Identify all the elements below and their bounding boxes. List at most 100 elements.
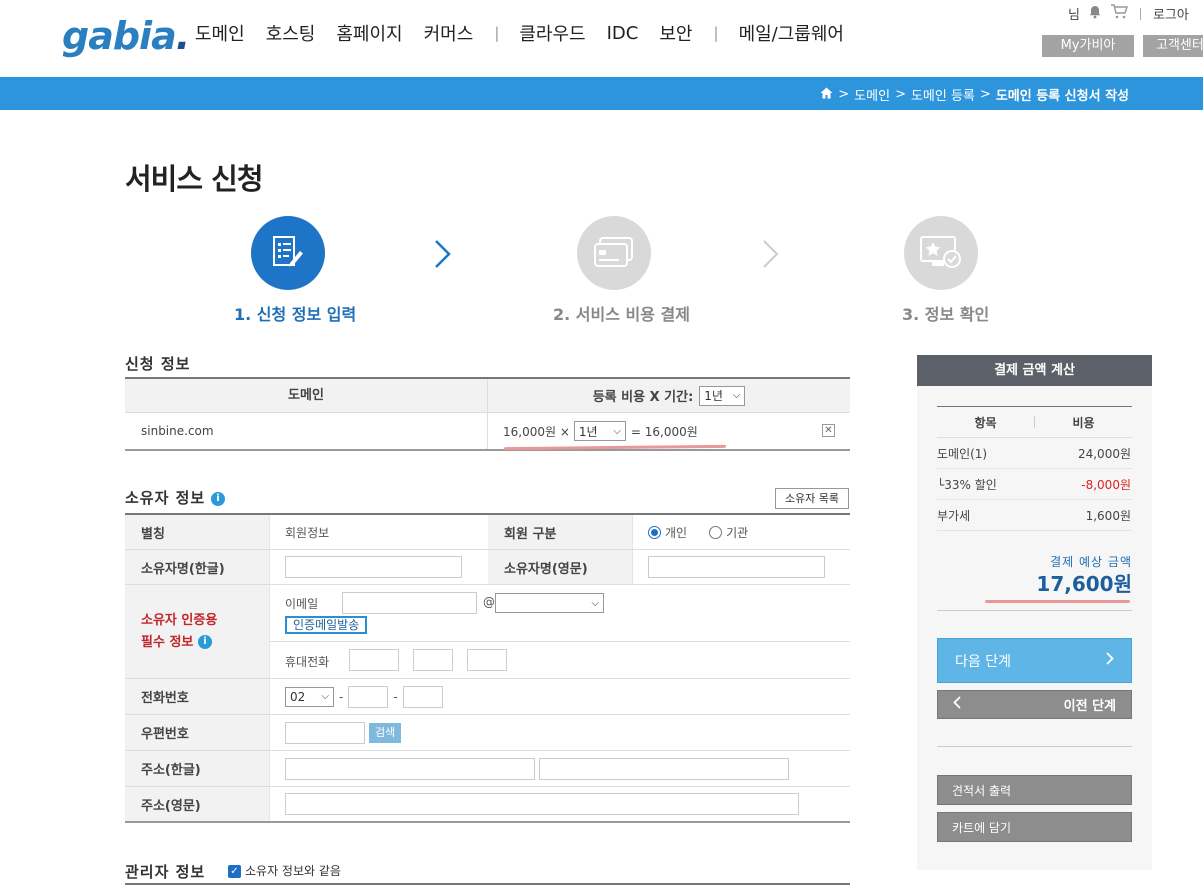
print-quote-button[interactable]: 견적서 출력 <box>937 775 1132 805</box>
application-section-title: 신청 정보 <box>125 355 191 373</box>
step-1-label: 1. 신청 정보 입력 <box>234 305 357 324</box>
admin-section-title: 관리자 정보 <box>125 863 206 881</box>
nav-cloud[interactable]: 클라우드 <box>519 20 585 46</box>
chevron-down-icon: ⌵ <box>321 691 329 702</box>
breadcrumb-current: 도메인 등록 신청서 작성 <box>995 89 1129 104</box>
period-select-all-value: 1년 <box>704 389 723 403</box>
nav-commerce[interactable]: 커머스 <box>424 20 474 46</box>
zip-search-button[interactable]: 검색 <box>369 722 402 743</box>
table-row: 우편번호 검색 <box>125 715 850 751</box>
page-title: 서비스 신청 <box>125 162 263 196</box>
same-as-owner-label: 소유자 정보와 같음 <box>245 864 341 878</box>
addr-en-input[interactable] <box>285 793 799 815</box>
verify-label-line2: 필수 정보 i <box>141 632 212 654</box>
owner-name-en-label: 소유자명(영문) <box>488 550 633 584</box>
table-row: 소유자 인증용 필수 정보 i 이메일 @ ⌵ 인증메일발송 휴대전화 <box>125 585 850 679</box>
verify-label-line1: 소유자 인증용 <box>141 612 218 628</box>
chevron-right-icon <box>762 239 780 273</box>
utility-menu: 님 로그아 <box>1068 4 1197 23</box>
mobile-input-2[interactable] <box>413 649 453 671</box>
info-icon[interactable]: i <box>211 491 226 506</box>
breadcrumb-domain[interactable]: 도메인 <box>854 85 890 104</box>
period-select-all[interactable]: 1년 ⌵ <box>699 385 746 406</box>
table-row: 주소(한글) <box>125 751 850 787</box>
logout-link[interactable]: 로그아 <box>1153 4 1189 23</box>
mobile-input-1[interactable] <box>349 649 399 671</box>
owner-list-button[interactable]: 소유자 목록 <box>775 488 849 509</box>
radio-individual-label[interactable]: 개인 <box>665 524 687 541</box>
col-domain: 도메인 <box>125 379 488 412</box>
next-step-button[interactable]: 다음 단계 <box>937 638 1132 683</box>
send-verification-button[interactable]: 인증메일발송 <box>285 616 368 634</box>
table-row: 주소(영문) <box>125 787 850 821</box>
email-label: 이메일 <box>285 597 319 611</box>
bell-icon[interactable] <box>1088 5 1102 23</box>
same-as-owner-checkbox[interactable]: ✓ <box>228 865 241 878</box>
info-icon[interactable]: i <box>197 635 212 649</box>
member-type-label: 회원 구분 <box>488 515 633 549</box>
discount-amount: -8,000원 <box>1081 477 1131 492</box>
period-select[interactable]: 1년 ⌵ <box>573 421 626 441</box>
addr-kr-input-1[interactable] <box>285 757 535 780</box>
step-1-icon <box>251 216 325 290</box>
table-row: sinbine.com 16,000원 × 1년 ⌵ = 16,000원 ✕ <box>125 413 850 449</box>
gabia-logo[interactable]: gabia. <box>62 14 190 58</box>
owner-name-kr-input[interactable] <box>285 556 462 578</box>
chevron-right-icon <box>434 239 452 273</box>
addr-en-cell <box>270 787 850 821</box>
nav-security[interactable]: 보안 <box>659 20 692 46</box>
email-domain-select[interactable]: ⌵ <box>495 593 604 613</box>
radio-individual[interactable] <box>648 525 661 539</box>
phone-cell: 02 ⌵ - - <box>270 679 850 714</box>
owner-name-en-cell <box>633 550 850 584</box>
addr-kr-label: 주소(한글) <box>125 751 270 786</box>
zip-cell: 검색 <box>270 715 850 750</box>
nav-idc[interactable]: IDC <box>607 23 639 44</box>
col-fee: 등록 비용 X 기간: 1년 ⌵ <box>488 379 850 412</box>
logo-dot: . <box>175 14 190 58</box>
phone-input-3[interactable] <box>402 685 443 708</box>
phone-area-select[interactable]: 02 ⌵ <box>285 686 334 707</box>
mobile-input-3[interactable] <box>467 649 507 671</box>
home-icon[interactable] <box>820 87 833 103</box>
chevron-right-icon: > <box>838 87 850 102</box>
radio-organization[interactable] <box>709 525 723 539</box>
owner-name-kr-cell <box>270 550 488 584</box>
my-gabia-button[interactable]: My가비아 <box>1042 35 1134 57</box>
email-id-input[interactable] <box>342 592 477 614</box>
nav-homepage[interactable]: 홈페이지 <box>336 20 402 46</box>
nav-separator: | <box>494 24 500 42</box>
chevron-down-icon: ⌵ <box>591 597 599 609</box>
payment-item: 도메인(1) <box>937 446 988 461</box>
close-icon[interactable]: ✕ <box>822 424 835 437</box>
nav-domain[interactable]: 도메인 <box>195 20 245 46</box>
customer-center-button[interactable]: 고객센터 <box>1143 35 1203 57</box>
alias-label: 별칭 <box>125 515 270 549</box>
application-table-header: 도메인 등록 비용 X 기간: 1년 ⌵ <box>125 379 850 413</box>
owner-name-en-input[interactable] <box>648 556 825 578</box>
zip-input[interactable] <box>285 721 365 744</box>
breadcrumb-domain-register[interactable]: 도메인 등록 <box>911 85 975 104</box>
addr-kr-input-2[interactable] <box>539 757 789 780</box>
table-row: 도메인(1) 24,000원 <box>937 438 1132 469</box>
estimate-value: 17,600원 <box>1036 572 1132 596</box>
nav-hosting[interactable]: 호스팅 <box>266 20 316 46</box>
email-row: 이메일 @ ⌵ 인증메일발송 <box>270 585 850 642</box>
chevron-right-icon: > <box>979 87 991 102</box>
zip-label: 우편번호 <box>125 715 270 750</box>
cart-icon[interactable] <box>1110 4 1128 23</box>
prev-step-button[interactable]: 이전 단계 <box>937 690 1132 719</box>
nav-mail-groupware[interactable]: 메일/그룹웨어 <box>739 20 844 46</box>
owner-section-label: 소유자 정보 <box>125 489 206 507</box>
chevron-right-icon: > <box>895 87 906 102</box>
alias-value: 회원정보 <box>285 525 330 540</box>
phone-input-2[interactable] <box>348 685 389 708</box>
radio-organization-label[interactable]: 기관 <box>726 524 748 541</box>
verify-label: 소유자 인증용 필수 정보 i <box>125 585 270 678</box>
add-to-cart-button[interactable]: 카트에 담기 <box>937 812 1132 842</box>
step-2-label: 2. 서비스 비용 결제 <box>553 305 690 324</box>
step-2-icon <box>577 216 651 290</box>
col-item: 항목 <box>974 415 997 430</box>
phone-dash: - <box>339 689 344 704</box>
same-as-owner-option[interactable]: ✓ 소유자 정보와 같음 <box>228 862 341 879</box>
